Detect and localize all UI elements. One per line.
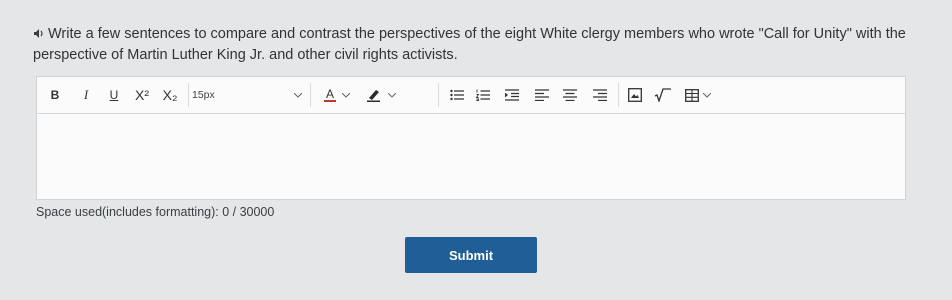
table-icon: [685, 88, 699, 102]
rich-text-editor[interactable]: B I U X² X₂ 15px A: [36, 76, 906, 200]
formula-icon: [654, 88, 671, 102]
align-right-icon: [593, 89, 607, 101]
toolbar-divider: [438, 83, 439, 107]
image-icon: [628, 88, 642, 102]
italic-button[interactable]: I: [80, 83, 92, 107]
editor-text-area[interactable]: [37, 114, 905, 200]
bold-button[interactable]: B: [48, 83, 62, 107]
subscript-button[interactable]: X₂: [161, 83, 179, 107]
indent-icon: [505, 89, 519, 101]
toolbar-divider: [618, 83, 619, 107]
numbered-list-button[interactable]: [475, 83, 491, 107]
numbered-list-icon: [476, 89, 490, 101]
align-right-button[interactable]: [592, 83, 608, 107]
bullet-list-button[interactable]: [449, 83, 465, 107]
insert-image-button[interactable]: [627, 83, 643, 107]
font-color-button[interactable]: A: [320, 83, 354, 107]
question-prompt: Write a few sentences to compare and con…: [33, 24, 913, 66]
highlighter-icon: [367, 90, 380, 102]
audio-icon[interactable]: [33, 28, 45, 39]
question-text: Write a few sentences to compare and con…: [33, 26, 906, 63]
submit-button[interactable]: Submit: [405, 237, 537, 273]
indent-button[interactable]: [504, 83, 520, 107]
toolbar-divider: [188, 83, 189, 107]
font-color-icon: A: [323, 87, 336, 102]
insert-formula-button[interactable]: [653, 83, 673, 107]
chevron-down-icon: [294, 92, 302, 98]
bullet-list-icon: [450, 89, 464, 101]
align-left-button[interactable]: [534, 83, 550, 107]
chevron-down-icon: [703, 92, 711, 98]
chevron-down-icon: [342, 92, 350, 98]
font-size-value: 15px: [192, 89, 215, 101]
underline-button[interactable]: U: [107, 83, 121, 107]
align-left-icon: [535, 89, 549, 101]
align-center-button[interactable]: [562, 83, 578, 107]
editor-toolbar: B I U X² X₂ 15px A: [37, 77, 905, 114]
highlight-color-button[interactable]: [363, 83, 399, 107]
align-center-icon: [563, 89, 577, 101]
font-size-select[interactable]: 15px: [192, 83, 302, 107]
space-used-counter: Space used(includes formatting): 0 / 300…: [36, 205, 275, 219]
toolbar-divider: [310, 83, 311, 107]
chevron-down-icon: [388, 92, 396, 98]
superscript-button[interactable]: X²: [133, 83, 151, 107]
insert-table-button[interactable]: [681, 83, 715, 107]
